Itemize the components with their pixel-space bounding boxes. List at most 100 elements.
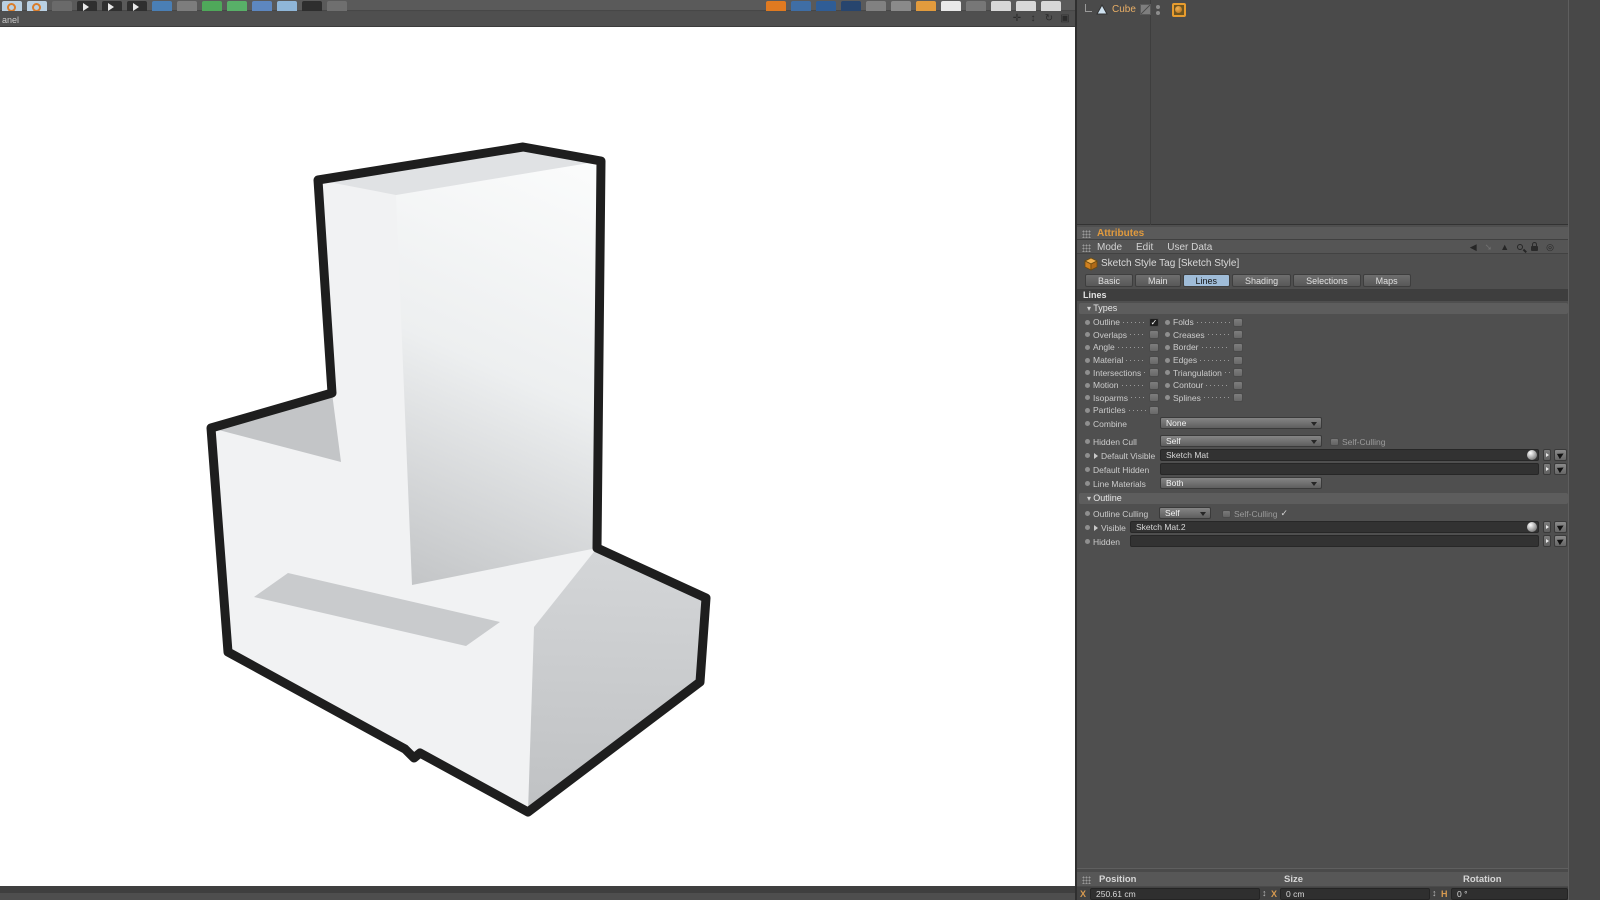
dolly-icon[interactable]: ↕ [1027, 13, 1039, 24]
object-row-cube[interactable]: Cube [1085, 2, 1186, 17]
cube-tool-icon[interactable] [152, 1, 172, 11]
branch-arrow-icon[interactable] [52, 1, 72, 11]
content-browser-icon[interactable] [841, 1, 861, 11]
scale-tool-icon[interactable] [227, 1, 247, 11]
link-expand-button[interactable] [1543, 449, 1551, 461]
group-types[interactable]: Types [1079, 303, 1568, 314]
expander-icon[interactable] [1094, 524, 1098, 531]
sketch-style-tag-icon[interactable] [1171, 2, 1186, 17]
motion-checkbox[interactable] [1149, 380, 1159, 390]
material-checkbox[interactable] [1149, 355, 1159, 365]
polygon-tool-icon[interactable] [252, 1, 272, 11]
menu-grip-icon[interactable] [1082, 244, 1091, 252]
group-outline[interactable]: Outline [1079, 493, 1568, 504]
search-icon[interactable] [1517, 244, 1524, 250]
layout-list-2-icon[interactable] [1016, 1, 1036, 11]
visible-field[interactable]: Sketch Mat.2 [1130, 521, 1539, 533]
isoparms-checkbox[interactable] [1149, 393, 1159, 403]
particles-checkbox[interactable] [1149, 405, 1159, 415]
default-hidden-field[interactable] [1160, 463, 1539, 475]
object-manager[interactable]: Cube [1077, 0, 1568, 225]
magnet-tool-icon[interactable] [202, 1, 222, 11]
visibility-dots[interactable] [1155, 4, 1160, 15]
contour-checkbox[interactable] [1233, 380, 1243, 390]
undo-icon[interactable] [2, 1, 22, 11]
menu-mode[interactable]: Mode [1097, 242, 1122, 253]
angle-checkbox[interactable] [1149, 342, 1159, 352]
object-name-label[interactable]: Cube [1112, 4, 1136, 15]
lock-icon[interactable] [1531, 242, 1539, 251]
line-materials-dropdown[interactable]: Both [1160, 477, 1322, 489]
tab-selections[interactable]: Selections [1293, 274, 1361, 287]
lamp-icon[interactable] [766, 1, 786, 11]
self-culling-checkbox[interactable] [1330, 437, 1339, 446]
layout-list-1-icon[interactable] [991, 1, 1011, 11]
history-forward-icon[interactable]: ➘ [1485, 242, 1493, 253]
layer-color-toggle[interactable] [1139, 4, 1151, 15]
link-expand-button[interactable] [1543, 463, 1551, 475]
folds-checkbox[interactable] [1233, 317, 1243, 327]
overlaps-checkbox[interactable] [1149, 330, 1159, 340]
footprints-icon[interactable] [916, 1, 936, 11]
splines-checkbox[interactable] [1233, 393, 1243, 403]
circle-icon[interactable] [866, 1, 886, 11]
display-tool-icon[interactable] [327, 1, 347, 11]
panel-grip-icon[interactable] [1082, 230, 1091, 238]
combine-dropdown[interactable]: None [1160, 417, 1322, 429]
expander-icon[interactable] [1094, 452, 1098, 459]
close-x-icon[interactable] [966, 1, 986, 11]
viewport[interactable] [0, 27, 1075, 893]
pick-arrow-button[interactable] [1554, 463, 1567, 475]
layout-list-3-icon[interactable] [1041, 1, 1061, 11]
pan-icon[interactable]: ✛ [1011, 13, 1023, 24]
coordinates-manager-icon[interactable] [816, 1, 836, 11]
outline-culling-dropdown[interactable]: Self [1159, 507, 1211, 519]
tab-shading[interactable]: Shading [1232, 274, 1292, 287]
tab-maps[interactable]: Maps [1362, 274, 1411, 287]
link-expand-button[interactable] [1543, 535, 1551, 547]
render-frame-icon[interactable] [941, 1, 961, 11]
tab-main[interactable]: Main [1135, 274, 1181, 287]
toggle-view-icon[interactable]: ▣ [1059, 13, 1071, 24]
size-x-field[interactable]: 0 cm [1280, 888, 1430, 900]
viewport-menu-panel[interactable]: anel [2, 15, 19, 25]
coords-grip-icon[interactable] [1082, 876, 1091, 884]
edges-checkbox[interactable] [1233, 355, 1243, 365]
play-backward-icon[interactable] [77, 1, 97, 11]
camera-tool-icon[interactable] [302, 1, 322, 11]
tab-lines[interactable]: Lines [1182, 274, 1231, 287]
triangulation-checkbox[interactable] [1233, 368, 1243, 378]
hidden-cull-dropdown[interactable]: Self [1160, 435, 1322, 447]
minus-icon[interactable] [891, 1, 911, 11]
position-x-field[interactable]: 250.61 cm [1090, 888, 1260, 900]
intersections-checkbox[interactable] [1149, 368, 1159, 378]
pen-tool-icon[interactable] [177, 1, 197, 11]
parent-up-icon[interactable]: ▲ [1500, 242, 1509, 252]
redo-icon[interactable] [27, 1, 47, 11]
link-expand-button[interactable] [1543, 521, 1551, 533]
plane-tool-icon[interactable] [277, 1, 297, 11]
tab-basic[interactable]: Basic [1085, 274, 1134, 287]
material-editor-icon[interactable] [791, 1, 811, 11]
pick-arrow-button[interactable] [1554, 449, 1567, 461]
hidden-field[interactable] [1130, 535, 1539, 547]
play-forward-icon[interactable] [127, 1, 147, 11]
pick-arrow-button[interactable] [1554, 521, 1567, 533]
position-x-stepper[interactable]: ↕ [1262, 888, 1267, 898]
history-back-icon[interactable]: ◀ [1470, 242, 1477, 253]
menu-edit[interactable]: Edit [1136, 242, 1153, 253]
section-lines[interactable]: Lines [1077, 289, 1568, 301]
self-culling-checkbox[interactable] [1222, 509, 1231, 518]
orbit-icon[interactable]: ↻ [1043, 13, 1055, 24]
outline-checkbox[interactable]: ✓ [1149, 317, 1159, 327]
creases-checkbox[interactable] [1233, 330, 1243, 340]
size-x-stepper[interactable]: ↕ [1432, 888, 1437, 898]
type-label: Contour [1173, 380, 1204, 391]
rotation-h-field[interactable]: 0 ° [1451, 888, 1568, 900]
default-visible-field[interactable]: Sketch Mat [1160, 449, 1539, 461]
border-checkbox[interactable] [1233, 342, 1243, 352]
pick-arrow-button[interactable] [1554, 535, 1567, 547]
play-icon[interactable] [102, 1, 122, 11]
menu-user-data[interactable]: User Data [1167, 242, 1212, 253]
target-icon[interactable]: ◎ [1546, 242, 1554, 253]
